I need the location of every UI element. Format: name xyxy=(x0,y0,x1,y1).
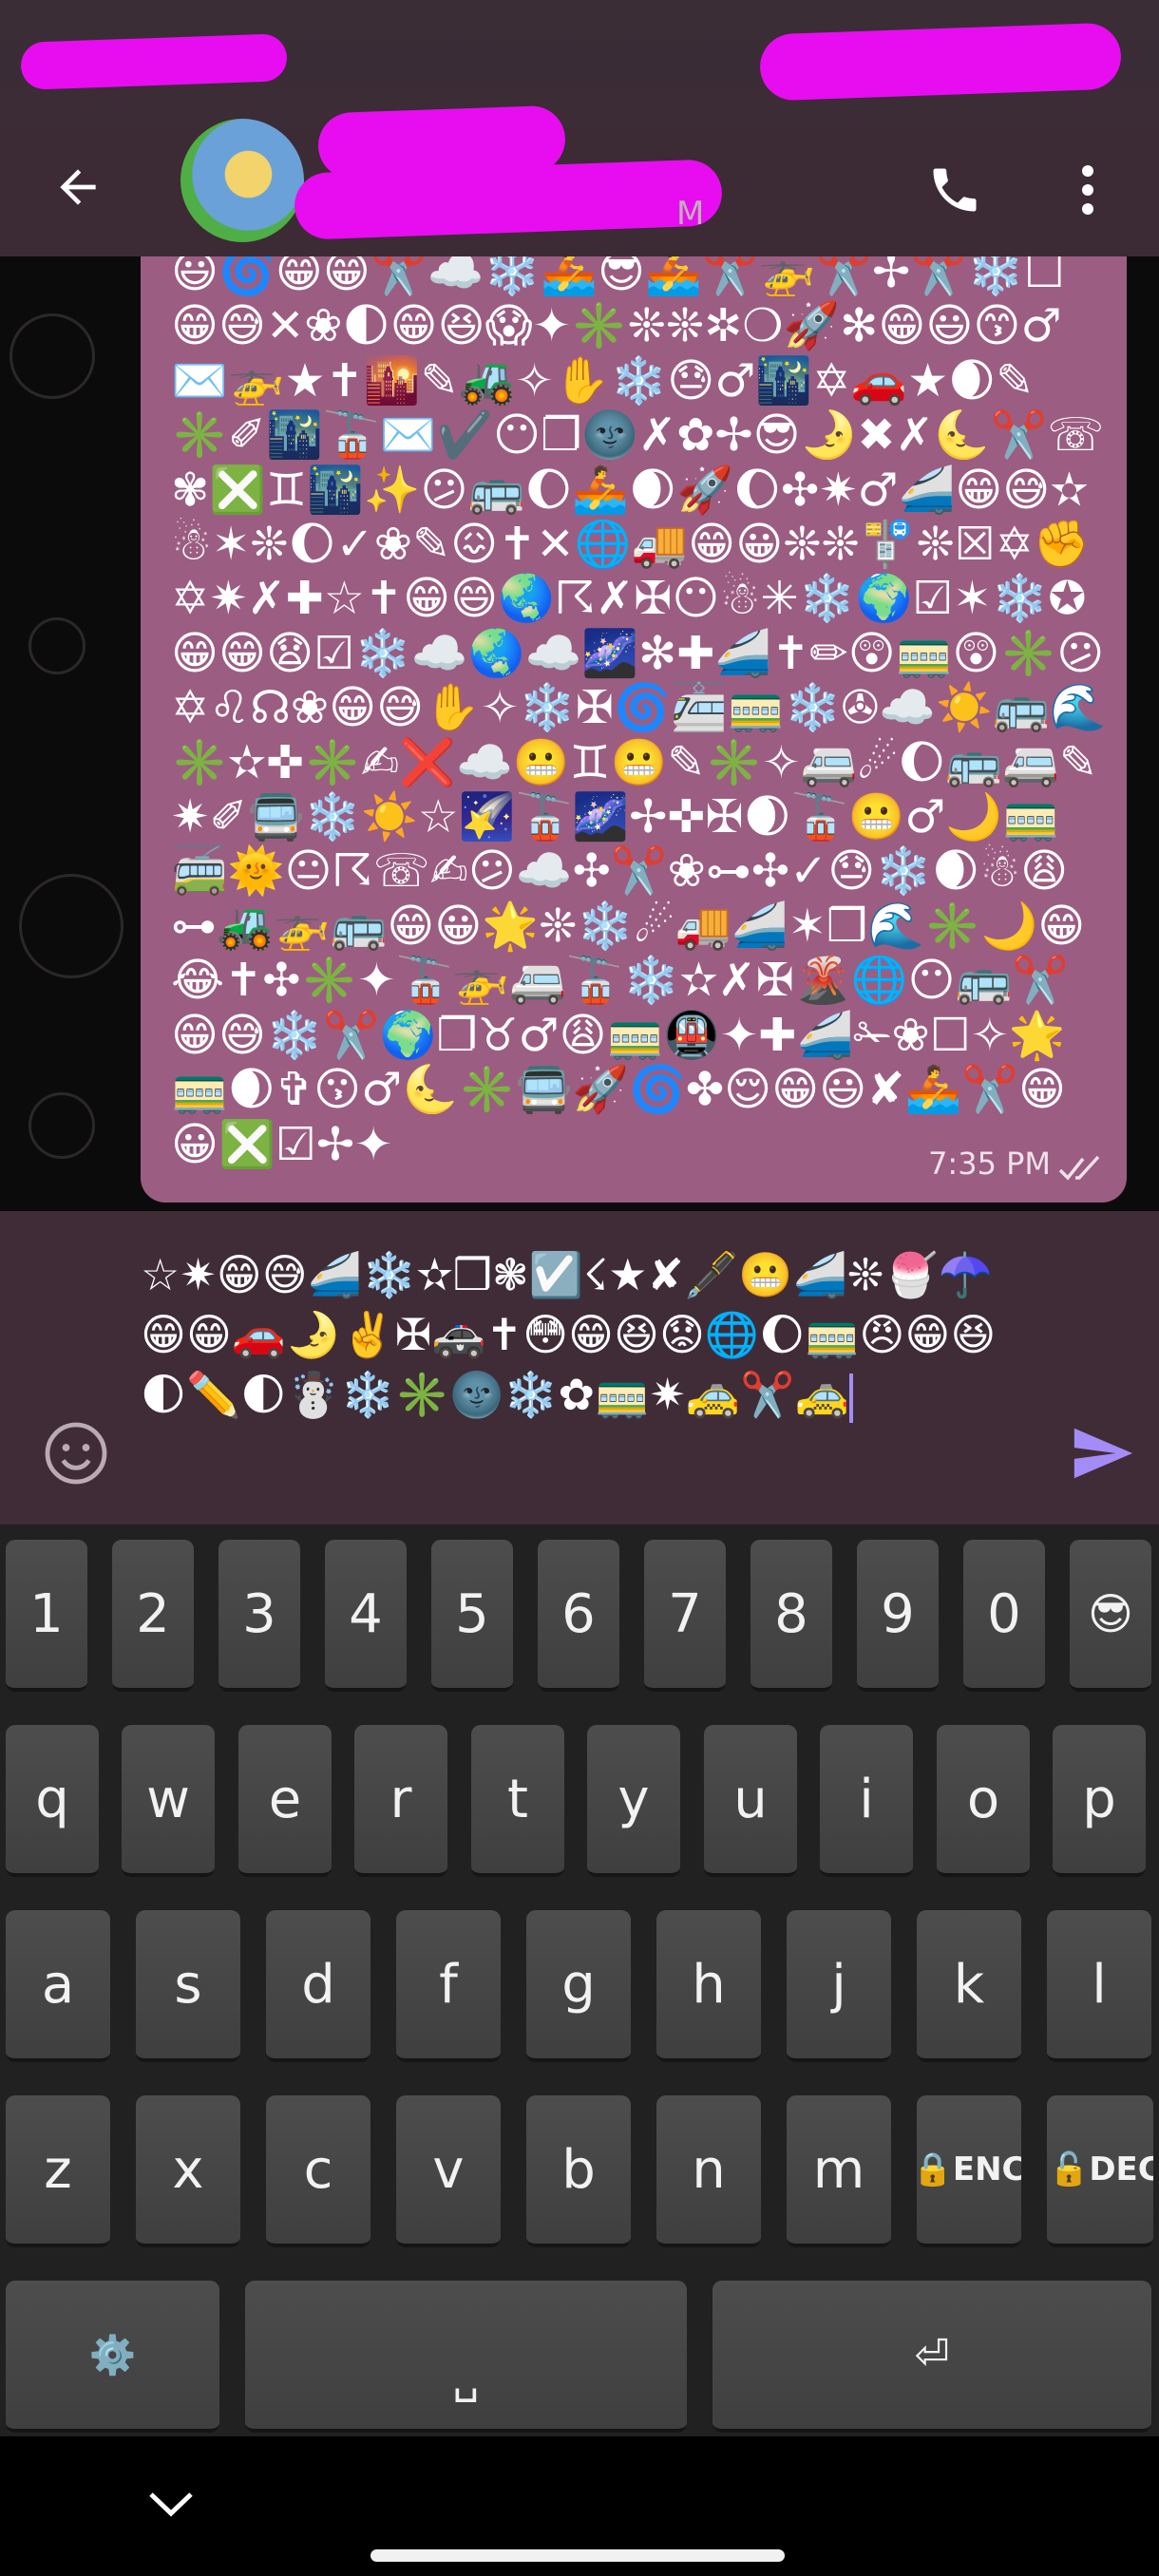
encrypt-key[interactable]: 🔒ENC xyxy=(917,2095,1021,2247)
key-a[interactable]: a xyxy=(6,1910,110,2062)
key-r[interactable]: r xyxy=(354,1725,447,1877)
key-4[interactable]: 4 xyxy=(325,1540,407,1692)
key-1[interactable]: 1 xyxy=(6,1540,87,1692)
key-k[interactable]: k xyxy=(917,1910,1021,2062)
enter-key[interactable]: ⏎ xyxy=(712,2281,1151,2433)
key-w[interactable]: w xyxy=(122,1725,215,1877)
double-check-icon xyxy=(1058,1155,1100,1181)
key-9[interactable]: 9 xyxy=(857,1540,939,1692)
hide-keyboard-button[interactable] xyxy=(142,2474,200,2531)
back-button[interactable] xyxy=(40,149,116,225)
redaction-mark xyxy=(293,159,724,240)
key-h[interactable]: h xyxy=(656,1910,761,2062)
navigation-bar xyxy=(0,2436,1159,2576)
key-n[interactable]: n xyxy=(656,2095,761,2247)
call-button[interactable] xyxy=(912,147,998,233)
contact-status: M xyxy=(676,195,705,233)
chat-header: M xyxy=(0,104,1159,256)
key-o[interactable]: o xyxy=(937,1725,1030,1877)
key-f[interactable]: f xyxy=(396,1910,501,2062)
wallpaper-doodle xyxy=(10,313,95,399)
keyboard: 1 2 3 4 5 6 7 8 9 0 😎 q w e r t y u i o … xyxy=(0,1525,1159,2436)
key-e[interactable]: e xyxy=(238,1725,332,1877)
decrypt-key[interactable]: 🔓DEC xyxy=(1047,2095,1153,2247)
wallpaper-doodle xyxy=(28,1092,95,1159)
key-m[interactable]: m xyxy=(787,2095,891,2247)
message-time: 7:35 PM xyxy=(928,1146,1051,1182)
chevron-down-icon xyxy=(149,2492,193,2517)
message-text: 😃🌀😁😁✂️☁️❄️🚣😎🚣✂️🚁✂️✢✂️❄️☐😁😅✕❀🌓😁😆😱✦✳️❊❊✲❍🚀… xyxy=(171,256,1107,1171)
key-i[interactable]: i xyxy=(820,1725,913,1877)
key-p[interactable]: p xyxy=(1053,1725,1146,1877)
key-s[interactable]: s xyxy=(136,1910,240,2062)
arrow-left-icon xyxy=(60,169,96,205)
key-8[interactable]: 8 xyxy=(750,1540,832,1692)
key-b[interactable]: b xyxy=(526,2095,631,2247)
key-7[interactable]: 7 xyxy=(644,1540,726,1692)
key-5[interactable]: 5 xyxy=(431,1540,513,1692)
space-key[interactable]: ␣ xyxy=(245,2281,687,2433)
redaction-mark xyxy=(758,22,1123,102)
chat-area[interactable]: 😃🌀😁😁✂️☁️❄️🚣😎🚣✂️🚁✂️✢✂️❄️☐😁😅✕❀🌓😁😆😱✦✳️❊❊✲❍🚀… xyxy=(0,256,1159,1211)
key-0[interactable]: 0 xyxy=(963,1540,1045,1692)
wallpaper-doodle xyxy=(19,874,124,978)
key-l[interactable]: l xyxy=(1047,1910,1151,2062)
key-6[interactable]: 6 xyxy=(538,1540,619,1692)
smiley-icon xyxy=(45,1422,107,1485)
more-options-button[interactable] xyxy=(1054,147,1121,233)
emoji-button[interactable] xyxy=(38,1415,114,1491)
phone-icon xyxy=(933,168,977,212)
key-d[interactable]: d xyxy=(266,1910,370,2062)
home-indicator[interactable] xyxy=(370,2549,785,2562)
key-v[interactable]: v xyxy=(396,2095,501,2247)
send-button[interactable] xyxy=(1059,1411,1145,1496)
message-bubble[interactable]: 😃🌀😁😁✂️☁️❄️🚣😎🚣✂️🚁✂️✢✂️❄️☐😁😅✕❀🌓😁😆😱✦✳️❊❊✲❍🚀… xyxy=(141,256,1127,1203)
key-emoji-sunglasses[interactable]: 😎 xyxy=(1070,1540,1151,1692)
status-bar xyxy=(0,0,1159,128)
avatar[interactable] xyxy=(180,119,304,242)
key-u[interactable]: u xyxy=(704,1725,797,1877)
key-t[interactable]: t xyxy=(471,1725,564,1877)
key-j[interactable]: j xyxy=(787,1910,891,2062)
key-y[interactable]: y xyxy=(587,1725,680,1877)
message-composer: ☆✷😁😅🚄❄️✫❒❃☑️☇★✘🖋️😬🚄❊🍧☂️😁😁🚗🌛✌️✠🚓✝😳😁😆😟🌐🌔🚃😠… xyxy=(0,1211,1159,1525)
message-input[interactable]: ☆✷😁😅🚄❄️✫❒❃☑️☇★✘🖋️😬🚄❊🍧☂️😁😁🚗🌛✌️✠🚓✝😳😁😆😟🌐🌔🚃😠… xyxy=(141,1245,1015,1425)
settings-key[interactable]: ⚙️ xyxy=(6,2281,219,2433)
key-2[interactable]: 2 xyxy=(112,1540,194,1692)
send-icon xyxy=(1074,1428,1133,1479)
key-z[interactable]: z xyxy=(6,2095,110,2247)
message-input-text: ☆✷😁😅🚄❄️✫❒❃☑️☇★✘🖋️😬🚄❊🍧☂️😁😁🚗🌛✌️✠🚓✝😳😁😆😟🌐🌔🚃😠… xyxy=(141,1249,997,1420)
key-x[interactable]: x xyxy=(136,2095,240,2247)
more-vertical-icon xyxy=(1082,165,1093,215)
redaction-mark xyxy=(20,33,288,90)
wallpaper-doodle xyxy=(28,617,86,674)
key-g[interactable]: g xyxy=(526,1910,631,2062)
text-caret xyxy=(848,1373,853,1423)
key-q[interactable]: q xyxy=(6,1725,99,1877)
key-3[interactable]: 3 xyxy=(218,1540,300,1692)
key-c[interactable]: c xyxy=(266,2095,370,2247)
